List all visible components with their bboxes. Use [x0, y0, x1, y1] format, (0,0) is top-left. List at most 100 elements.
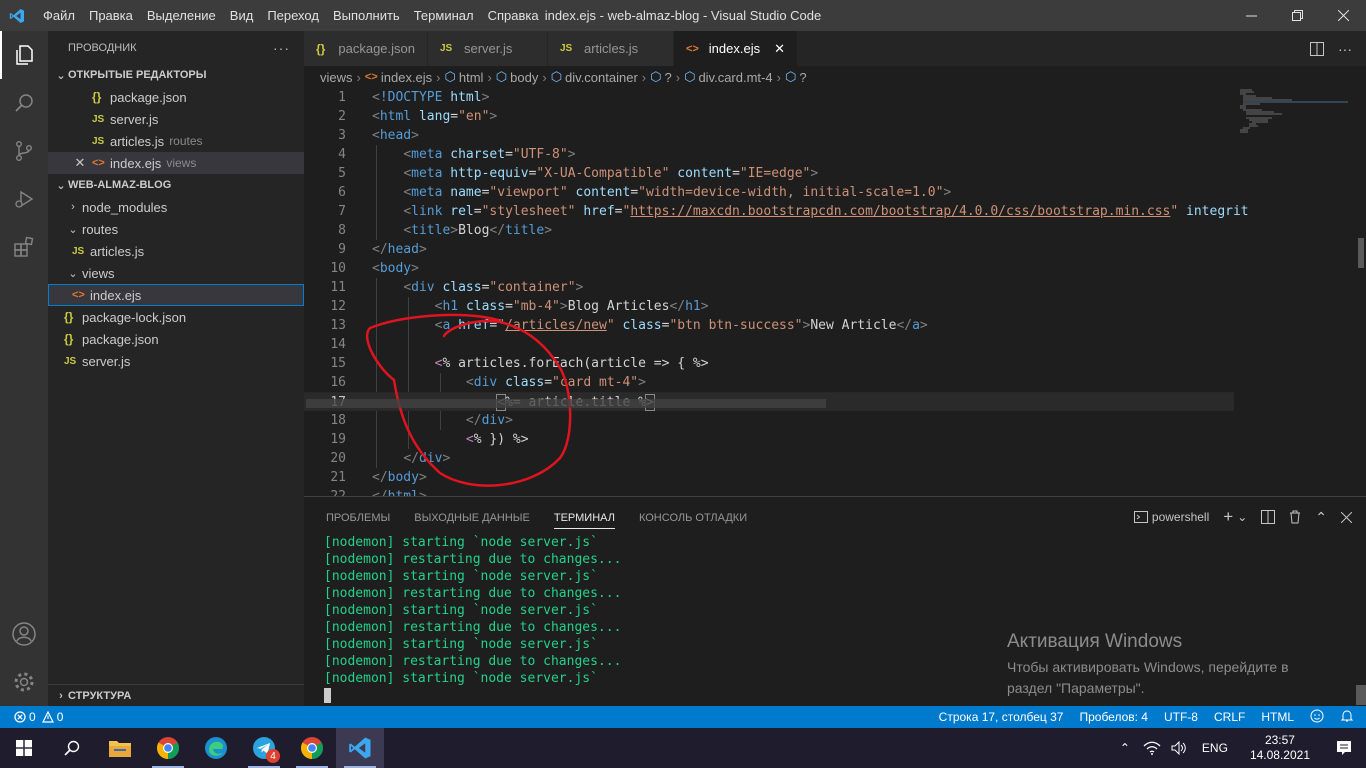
network-icon[interactable] — [1143, 741, 1161, 755]
chevron-down-icon: ⌄ — [68, 223, 78, 236]
tree-folder-views[interactable]: ⌄ views — [48, 262, 304, 284]
project-section[interactable]: ⌄ WEB-ALMAZ-BLOG — [48, 174, 304, 196]
chevron-up-icon[interactable]: ⌃ — [1315, 509, 1327, 526]
account-icon — [12, 622, 36, 646]
taskbar-telegram[interactable]: 4 — [240, 728, 288, 768]
menu-selection[interactable]: Выделение — [140, 0, 223, 31]
code-editor[interactable]: 1 <!DOCTYPE html> 2 <html lang="en"> 3 <hea… — [304, 88, 1366, 496]
explorer-title: ПРОВОДНИК — [68, 41, 137, 54]
terminal-shell-selector[interactable]: powershell — [1133, 510, 1209, 524]
code-line: 3 <head> — [304, 126, 1234, 145]
menu-terminal[interactable]: Терминал — [407, 0, 481, 31]
taskbar-chrome-2[interactable] — [288, 728, 336, 768]
tree-folder-routes[interactable]: ⌄ routes — [48, 218, 304, 240]
breadcrumb-item[interactable]: ? — [665, 70, 672, 85]
tab-package-json[interactable]: {} package.json — [304, 31, 428, 66]
feedback-button[interactable] — [1302, 709, 1332, 726]
tree-file-index-ejs[interactable]: <> index.ejs — [48, 284, 304, 306]
taskbar-vscode[interactable] — [336, 728, 384, 768]
taskbar-file-explorer[interactable] — [96, 728, 144, 768]
volume-icon[interactable] — [1171, 741, 1187, 755]
breadcrumb-item[interactable]: html — [459, 70, 484, 85]
search-button[interactable] — [0, 79, 48, 127]
start-button[interactable] — [0, 728, 48, 768]
menu-help[interactable]: Справка — [481, 0, 546, 31]
end-of-line[interactable]: CRLF — [1206, 710, 1253, 724]
menu-file[interactable]: Файл — [36, 0, 82, 31]
tree-label: views — [82, 265, 115, 281]
tree-file-server-js[interactable]: JS server.js — [48, 350, 304, 372]
open-editor-articles-js[interactable]: JS articles.js routes — [48, 130, 304, 152]
more-actions-icon[interactable]: ··· — [273, 40, 290, 56]
explorer-button[interactable] — [0, 31, 48, 79]
accounts-button[interactable] — [0, 610, 48, 658]
tree-file-articles-js[interactable]: JS articles.js — [48, 240, 304, 262]
cursor-position[interactable]: Строка 17, столбец 37 — [931, 710, 1072, 724]
close-panel-icon[interactable] — [1341, 511, 1352, 523]
open-editor-package-json[interactable]: {} package.json — [48, 86, 304, 108]
menu-go[interactable]: Переход — [260, 0, 326, 31]
indentation[interactable]: Пробелов: 4 — [1071, 710, 1156, 724]
tab-problems[interactable]: ПРОБЛЕМЫ — [326, 512, 390, 524]
breadcrumb-item[interactable]: index.ejs — [381, 70, 432, 85]
scrollbar-thumb[interactable] — [1358, 238, 1364, 268]
code-text: <head> — [372, 128, 419, 143]
close-editor-icon[interactable]: ✕ — [72, 155, 88, 171]
restore-button[interactable] — [1274, 0, 1320, 31]
more-actions-icon[interactable]: ··· — [1338, 41, 1352, 57]
split-terminal-icon[interactable] — [1261, 510, 1276, 524]
breadcrumb-item[interactable]: ? — [799, 70, 806, 85]
manage-button[interactable] — [0, 658, 48, 706]
trash-icon[interactable] — [1289, 510, 1301, 524]
open-editor-index-ejs[interactable]: ✕ <> index.ejs views — [48, 152, 304, 174]
open-editor-server-js[interactable]: JS server.js — [48, 108, 304, 130]
language-mode[interactable]: HTML — [1253, 710, 1302, 724]
open-editors-section[interactable]: ⌄ ОТКРЫТЫЕ РЕДАКТОРЫ — [48, 64, 304, 86]
tab-index-ejs[interactable]: <> index.ejs ✕ — [674, 31, 798, 66]
tree-file-package-json[interactable]: {} package.json — [48, 328, 304, 350]
structure-section[interactable]: › СТРУКТУРА — [48, 684, 304, 706]
tree-file-package-lock-json[interactable]: {} package-lock.json — [48, 306, 304, 328]
menu-run[interactable]: Выполнить — [326, 0, 407, 31]
tab-server-js[interactable]: JS server.js — [428, 31, 548, 66]
input-language[interactable]: ENG — [1192, 741, 1238, 755]
menu-view[interactable]: Вид — [223, 0, 261, 31]
taskbar-edge[interactable] — [192, 728, 240, 768]
line-number: 21 — [330, 470, 346, 485]
terminal-scrollbar[interactable] — [1356, 685, 1366, 705]
notifications-button[interactable] — [1332, 709, 1366, 726]
horizontal-scrollbar[interactable] — [306, 399, 826, 408]
terminal-line: [nodemon] restarting due to changes... — [324, 552, 622, 567]
minimize-button[interactable] — [1228, 0, 1274, 31]
chevron-up-icon[interactable]: ⌃ — [1112, 741, 1138, 755]
breadcrumb-item[interactable]: div.container — [565, 70, 638, 85]
breadcrumb-item[interactable]: views — [320, 70, 353, 85]
close-tab-icon[interactable]: ✕ — [774, 41, 785, 57]
breadcrumb-item[interactable]: body — [510, 70, 538, 85]
tab-debug-console[interactable]: КОНСОЛЬ ОТЛАДКИ — [639, 512, 747, 524]
extensions-button[interactable] — [0, 223, 48, 271]
action-center-button[interactable] — [1322, 728, 1366, 768]
ejs-file-icon: <> — [72, 289, 85, 301]
title-bar: Файл Правка Выделение Вид Переход Выполн… — [0, 0, 1366, 31]
taskbar-search-button[interactable] — [48, 728, 96, 768]
tab-articles-js[interactable]: JS articles.js — [548, 31, 674, 66]
new-terminal-button[interactable]: + — [1223, 507, 1233, 527]
tab-output[interactable]: ВЫХОДНЫЕ ДАННЫЕ — [414, 512, 530, 524]
source-control-button[interactable] — [0, 127, 48, 175]
line-number: 4 — [338, 147, 346, 162]
tab-terminal[interactable]: ТЕРМИНАЛ — [553, 512, 615, 529]
breadcrumb-item[interactable]: div.card.mt-4 — [698, 70, 772, 85]
menu-edit[interactable]: Правка — [82, 0, 140, 31]
clock[interactable]: 23:57 14.08.2021 — [1238, 733, 1322, 763]
encoding[interactable]: UTF-8 — [1156, 710, 1206, 724]
chevron-down-icon[interactable]: ⌄ — [1237, 510, 1247, 524]
problems-status[interactable]: 0 0 — [0, 710, 71, 724]
vertical-scrollbar[interactable] — [1352, 88, 1366, 496]
tree-folder-node-modules[interactable]: › node_modules — [48, 196, 304, 218]
run-debug-button[interactable] — [0, 175, 48, 223]
taskbar-chrome[interactable] — [144, 728, 192, 768]
split-editor-icon[interactable] — [1310, 41, 1324, 56]
close-window-button[interactable] — [1320, 0, 1366, 31]
minimap[interactable] — [1230, 88, 1350, 496]
